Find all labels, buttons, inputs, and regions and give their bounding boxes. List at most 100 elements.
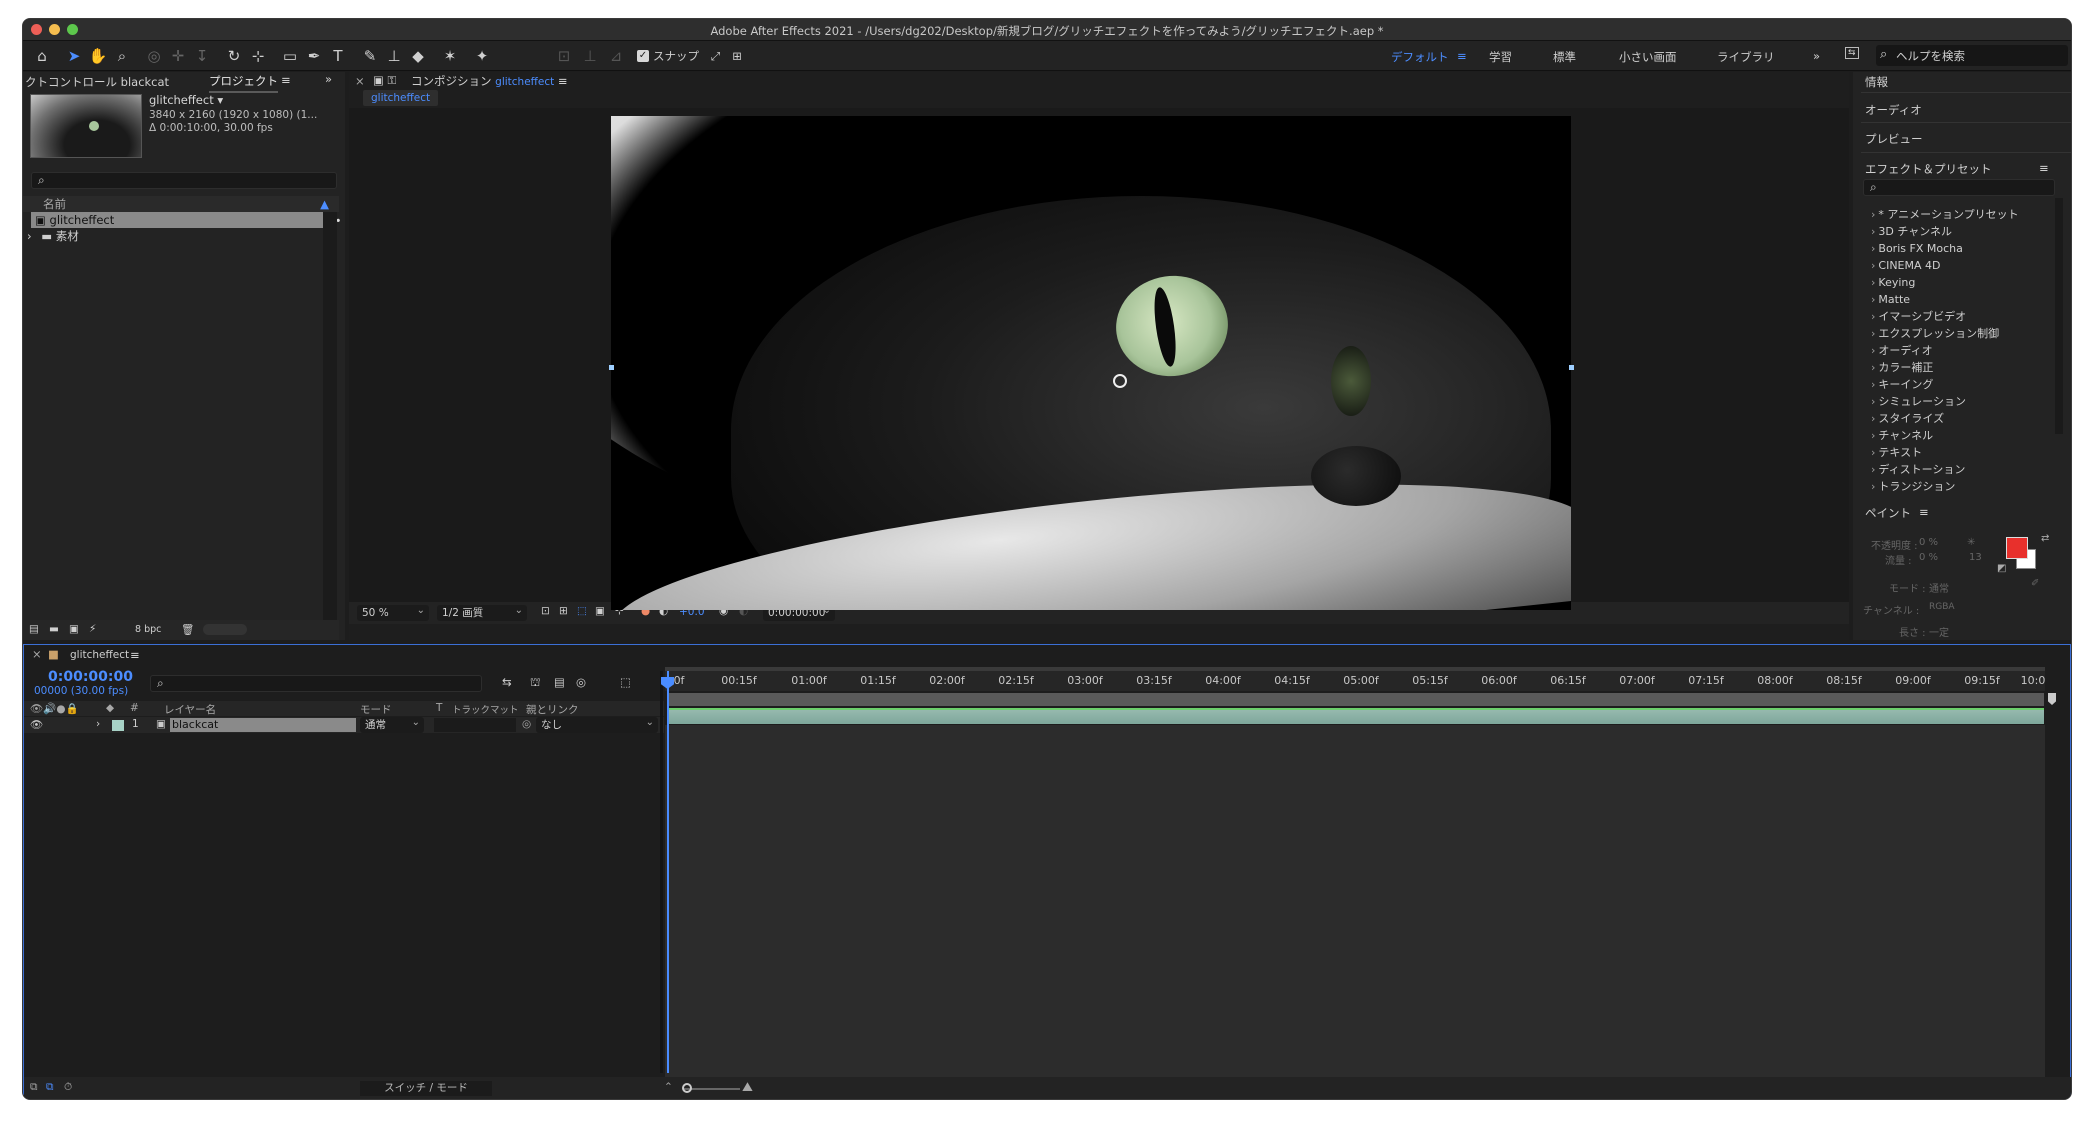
effects-search-input[interactable]: ⌕ — [1863, 179, 2055, 196]
effect-category[interactable]: › CINEMA 4D — [1871, 258, 1941, 273]
layer-handle-left[interactable] — [609, 365, 614, 370]
timeline-tab[interactable]: glitcheffect — [70, 649, 129, 661]
chevron-right-icon[interactable]: › — [27, 229, 32, 243]
work-area-bar[interactable] — [667, 693, 2044, 706]
expand-panels-icon[interactable]: » — [325, 72, 332, 86]
effect-category[interactable]: › 3D チャンネル — [1871, 224, 1952, 239]
axis-icon[interactable]: ⊥ — [579, 45, 601, 67]
effect-category[interactable]: › オーディオ — [1871, 343, 1933, 358]
label-color-swatch[interactable] — [112, 720, 124, 731]
duration-value[interactable]: 一定 — [1929, 624, 1949, 639]
comp-end-marker-icon[interactable] — [2048, 693, 2056, 705]
anchor-point-icon[interactable] — [1113, 374, 1127, 388]
puppet-tool-icon[interactable]: ✦ — [471, 45, 493, 67]
workspace-standard[interactable]: 標準 — [1553, 49, 1576, 65]
type-tool-icon[interactable]: T — [327, 45, 349, 67]
layer-duration-bar[interactable] — [667, 708, 2044, 724]
opacity-value[interactable]: 0 % — [1919, 537, 1938, 548]
motion-blur-icon[interactable]: ◎ — [576, 675, 586, 689]
av-features-icon[interactable]: 👁🔊●🔒 — [30, 702, 79, 715]
rectangle-tool-icon[interactable]: ▭ — [279, 45, 301, 67]
project-settings-icon[interactable]: ⚡ — [89, 623, 96, 635]
pan-camera-icon[interactable]: ✛ — [167, 45, 189, 67]
close-comp-icon[interactable]: × — [355, 74, 365, 88]
foreground-color-swatch[interactable] — [2006, 537, 2028, 559]
effect-category[interactable]: › Boris FX Mocha — [1871, 241, 1963, 256]
thumbnail-slider[interactable] — [203, 624, 247, 635]
label-icon[interactable]: ◆ — [106, 702, 114, 714]
tab-effect-controls[interactable]: クトコントロール blackcat — [25, 74, 169, 90]
shy-layers-icon[interactable]: ⛫ — [530, 675, 541, 691]
effect-category[interactable]: › テキスト — [1871, 445, 1922, 460]
channel-value[interactable]: RGBA — [1929, 602, 1955, 612]
effect-category[interactable]: › * アニメーションプリセット — [1871, 207, 2019, 222]
timeline-menu-icon[interactable]: ≡ — [130, 648, 140, 662]
default-colors-icon[interactable]: ◩ — [1997, 563, 2006, 574]
layer-switches-icon[interactable]: ⧉ — [30, 1081, 38, 1094]
column-parent[interactable]: 親とリンク — [526, 702, 579, 717]
layer-mode-select[interactable]: 通常 — [360, 716, 424, 733]
home-icon[interactable]: ⌂ — [31, 45, 53, 67]
timeline-divider[interactable] — [660, 671, 663, 1073]
brush-tool-icon[interactable]: ✎ — [359, 45, 381, 67]
snap-options-icon[interactable]: ⤢ — [711, 49, 720, 64]
graph-editor-icon[interactable]: ⬚ — [620, 675, 631, 689]
effects-presets-title[interactable]: エフェクト＆プリセット — [1865, 161, 1992, 177]
snap-grid-icon[interactable]: ⊞ — [732, 49, 742, 63]
project-item-name[interactable]: glitcheffect ▾ — [149, 94, 223, 107]
comp-menu-icon[interactable]: ≡ — [558, 74, 568, 88]
comp-subtab[interactable]: glitcheffect — [363, 90, 439, 106]
effect-category[interactable]: › Matte — [1871, 292, 1910, 307]
layer-row[interactable]: 👁 › 1 ▣ blackcat 通常 ◎ なし — [24, 716, 664, 733]
current-timecode[interactable]: 0:00:00:00 — [48, 669, 133, 685]
fast-previews-icon[interactable]: ⊡ — [541, 605, 550, 617]
render-time-icon[interactable]: ⏱ — [64, 1081, 72, 1094]
mode-value[interactable]: 通常 — [1929, 580, 1949, 595]
project-scrollbar[interactable] — [323, 212, 337, 640]
zoom-tool-icon[interactable]: ⌕ — [111, 45, 133, 67]
brush-tip-icon[interactable]: ✳ — [1967, 537, 1975, 548]
flow-value[interactable]: 0 % — [1919, 552, 1938, 563]
visibility-icon[interactable]: 👁 — [30, 718, 43, 731]
swap-colors-icon[interactable]: ⇄ — [2041, 533, 2049, 544]
time-navigator[interactable] — [665, 667, 2045, 671]
tab-preview[interactable]: プレビュー — [1865, 131, 1923, 147]
effect-category[interactable]: › スタイライズ — [1871, 411, 1944, 426]
layer-name[interactable]: blackcat — [170, 718, 356, 732]
hand-tool-icon[interactable]: ✋ — [87, 45, 109, 67]
effect-category[interactable]: › エクスプレッション制御 — [1871, 326, 1999, 341]
align-icon[interactable]: ⊡ — [553, 45, 575, 67]
rotate-tool-icon[interactable]: ↻ — [223, 45, 245, 67]
pick-whip-icon[interactable]: ◎ — [522, 718, 531, 730]
close-timeline-icon[interactable]: × — [32, 647, 42, 661]
workspace-libraries[interactable]: ライブラリ — [1717, 49, 1775, 65]
workspace-learn[interactable]: 学習 — [1489, 49, 1512, 65]
column-mode[interactable]: モード — [360, 702, 392, 717]
effect-category[interactable]: › トランジション — [1871, 479, 1955, 494]
trash-icon[interactable]: 🗑 — [181, 623, 194, 636]
transfer-controls-icon[interactable]: ⧉ — [46, 1081, 54, 1094]
composition-image[interactable] — [611, 116, 1571, 610]
orbit-camera-icon[interactable]: ◎ — [143, 45, 165, 67]
column-track-matte[interactable]: トラックマット — [452, 702, 519, 716]
sort-icon[interactable]: ▲ — [320, 196, 329, 212]
column-name[interactable]: 名前 — [43, 197, 66, 211]
zoom-slider-track[interactable] — [684, 1088, 740, 1090]
track-matte-select[interactable] — [434, 718, 516, 732]
dolly-camera-icon[interactable]: ↧ — [191, 45, 213, 67]
current-time-indicator[interactable] — [667, 671, 669, 1073]
bit-depth[interactable]: 8 bpc — [135, 624, 161, 635]
resolution-select[interactable]: 1/2 画質 — [437, 604, 527, 621]
region-of-interest-icon[interactable]: ▣ — [595, 605, 605, 617]
layer-handle-right[interactable] — [1569, 365, 1574, 370]
switch-mode-toggle[interactable]: スイッチ / モード — [360, 1081, 492, 1096]
timeline-search-input[interactable]: ⌕ — [150, 675, 482, 692]
workspace-default[interactable]: デフォルト — [1391, 49, 1449, 65]
anchor-point-tool-icon[interactable]: ⊹ — [247, 45, 269, 67]
snap-toggle[interactable]: ✓ スナップ ⤢ ⊞ — [637, 48, 742, 64]
tab-project[interactable]: プロジェクト — [209, 73, 278, 93]
zoom-slider-thumb[interactable] — [682, 1083, 692, 1093]
more-workspaces-icon[interactable]: » — [1813, 49, 1820, 63]
paint-menu-icon[interactable]: ≡ — [1919, 505, 1929, 519]
project-item-folder[interactable]: › ▬ 素材 — [27, 228, 79, 244]
